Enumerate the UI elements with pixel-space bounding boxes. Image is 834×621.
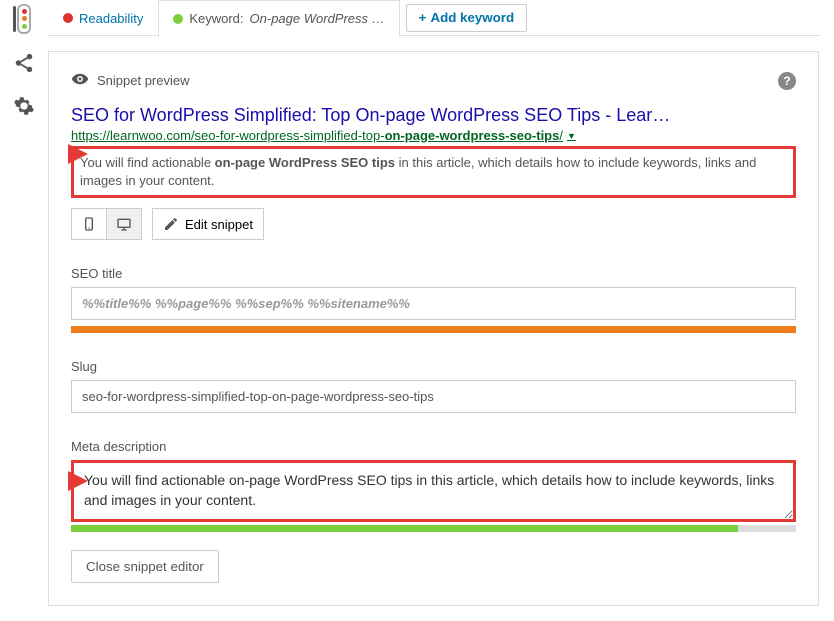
meta-description-label: Meta description xyxy=(71,439,796,454)
tab-readability-label: Readability xyxy=(79,11,143,26)
share-icon[interactable] xyxy=(13,52,35,77)
eye-icon xyxy=(71,70,89,91)
close-snippet-editor-button[interactable]: Close snippet editor xyxy=(71,550,219,583)
slug-label: Slug xyxy=(71,359,796,374)
traffic-light-icon[interactable] xyxy=(17,4,31,34)
close-button-label: Close snippet editor xyxy=(86,559,204,574)
add-keyword-label: Add keyword xyxy=(430,10,514,25)
mobile-view-button[interactable] xyxy=(71,208,107,240)
desktop-view-button[interactable] xyxy=(106,208,142,240)
chevron-down-icon[interactable]: ▼ xyxy=(567,131,576,141)
snippet-preview-label: Snippet preview xyxy=(97,73,190,88)
status-dot-red xyxy=(63,13,73,23)
slug-input[interactable] xyxy=(71,380,796,413)
snippet-panel: Snippet preview ? SEO for WordPress Simp… xyxy=(48,51,819,606)
tab-keyword-prefix: Keyword: xyxy=(189,11,243,26)
seo-title-progress xyxy=(71,326,796,333)
status-dot-green xyxy=(173,14,183,24)
edit-snippet-button[interactable]: Edit snippet xyxy=(152,208,264,240)
tab-readability[interactable]: Readability xyxy=(48,0,158,36)
tab-keyword-value: On-page WordPress … xyxy=(250,11,385,26)
seo-title-input[interactable] xyxy=(71,287,796,320)
annotation-arrow-icon xyxy=(38,140,88,168)
add-keyword-button[interactable]: + Add keyword xyxy=(406,4,527,32)
edit-snippet-label: Edit snippet xyxy=(185,217,253,232)
seo-title-label: SEO title xyxy=(71,266,796,281)
snippet-url[interactable]: https://learnwoo.com/seo-for-wordpress-s… xyxy=(71,128,796,143)
tab-keyword[interactable]: Keyword: On-page WordPress … xyxy=(158,0,399,37)
snippet-description: You will find actionable on-page WordPre… xyxy=(71,146,796,198)
snippet-title[interactable]: SEO for WordPress Simplified: Top On-pag… xyxy=(71,105,796,126)
gear-icon[interactable] xyxy=(13,95,35,120)
tabs-row: Readability Keyword: On-page WordPress …… xyxy=(48,0,819,36)
help-icon[interactable]: ? xyxy=(778,72,796,90)
side-icon-column xyxy=(0,0,48,621)
plus-icon: + xyxy=(419,10,427,25)
pencil-icon xyxy=(163,216,179,232)
meta-progress xyxy=(71,525,738,532)
meta-description-input[interactable] xyxy=(71,460,796,522)
annotation-arrow-icon xyxy=(38,467,88,495)
